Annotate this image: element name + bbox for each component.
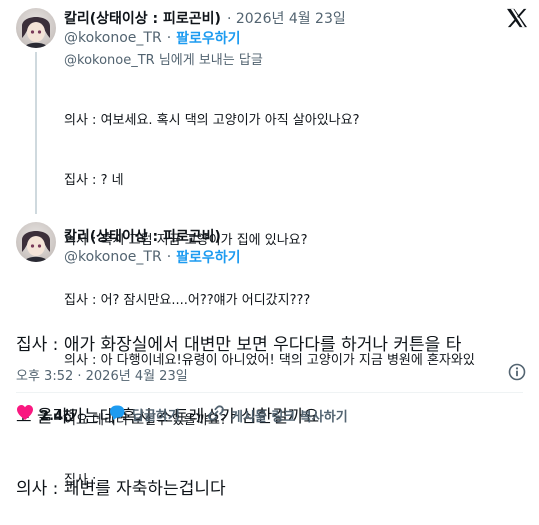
separator-dot: · xyxy=(166,249,172,265)
main-tweet-handle[interactable]: @kokonoe_TR xyxy=(64,249,162,265)
info-icon[interactable] xyxy=(508,363,526,385)
separator-dot: · xyxy=(166,30,172,46)
like-count: 2.4천 xyxy=(40,409,75,424)
reply-tweet-author-name[interactable]: 칼리(상태이상 : 피로곤비) xyxy=(64,8,221,28)
copy-link-button[interactable]: 게시물 링크 복사하기 xyxy=(207,404,348,426)
divider xyxy=(16,392,523,393)
like-button[interactable]: 2.4천 xyxy=(16,404,75,425)
main-tweet-line: 의사 : 쾌변를 자축하는겁니다 xyxy=(16,479,226,499)
reply-button[interactable]: 답글하기 xyxy=(108,404,180,425)
reply-tweet-line: 집사 : ? 네 xyxy=(64,173,124,188)
heart-icon xyxy=(16,404,34,425)
reply-tweet-avatar[interactable] xyxy=(16,8,56,48)
main-tweet-author-name[interactable]: 칼리(상태이상 : 피로곤비) xyxy=(64,226,221,246)
x-logo-icon[interactable] xyxy=(506,8,528,32)
reply-label: 답글하기 xyxy=(132,409,180,424)
reply-tweet-line: 의사 : 여보세요. 혹시 댁의 고양이가 아직 살아있나요? xyxy=(64,113,360,128)
reply-tweet-date[interactable]: · 2026년 4월 23일 xyxy=(227,8,346,28)
replying-to-label[interactable]: @kokonoe_TR 님에게 보내는 답글 xyxy=(64,49,263,68)
reply-tweet-follow-button[interactable]: 팔로우하기 xyxy=(176,28,240,48)
link-icon xyxy=(207,404,225,426)
copy-link-label: 게시물 링크 복사하기 xyxy=(231,409,348,425)
reply-bubble-icon xyxy=(108,404,126,425)
main-tweet-follow-button[interactable]: 팔로우하기 xyxy=(176,247,240,267)
main-tweet-line: 집사 : 애가 화장실에서 대변만 보면 우다다를 하거나 커튼을 타 xyxy=(16,335,462,355)
main-tweet-avatar[interactable] xyxy=(16,222,56,262)
thread-connector-line xyxy=(35,52,37,214)
reply-tweet-handle[interactable]: @kokonoe_TR xyxy=(64,30,162,46)
main-tweet-timestamp[interactable]: 오후 3:52 · 2026년 4월 23일 xyxy=(16,365,188,384)
